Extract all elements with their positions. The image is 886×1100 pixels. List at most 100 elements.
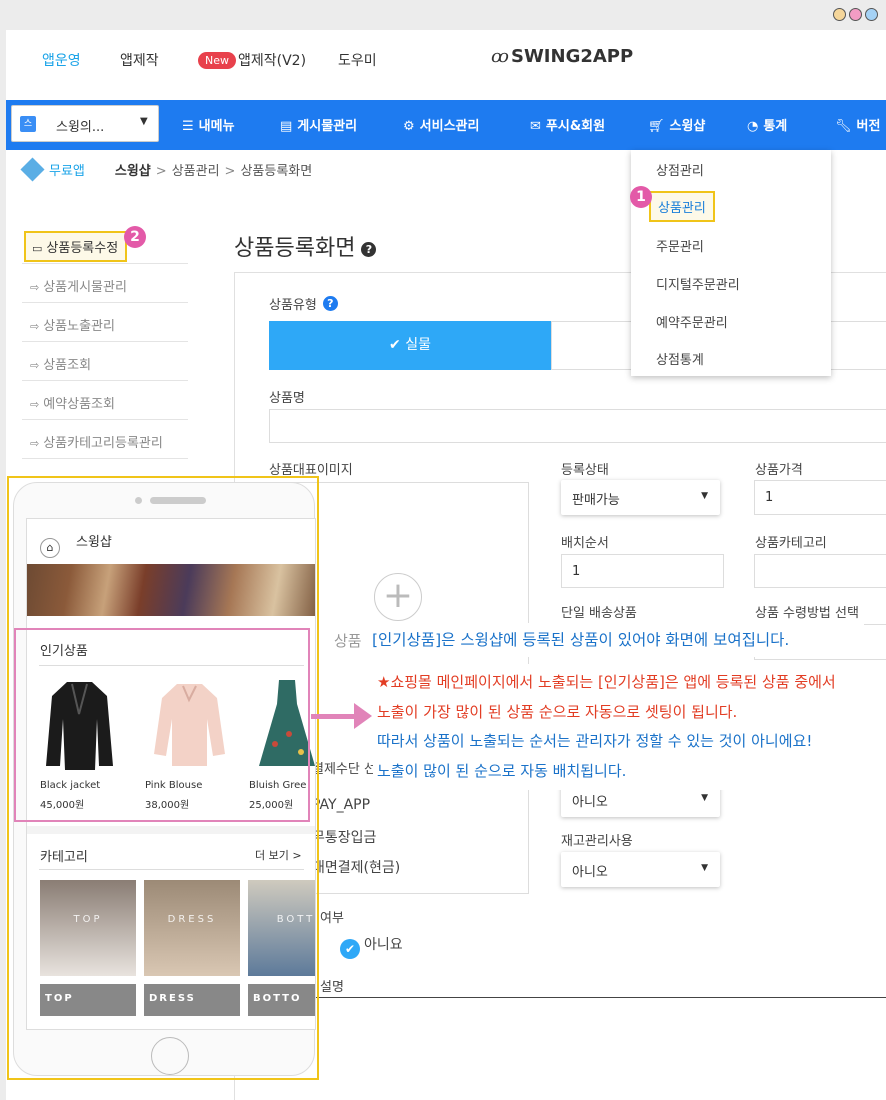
plan-label[interactable]: 무료앱 bbox=[49, 164, 85, 179]
check-circle-icon: ✔ bbox=[340, 939, 360, 959]
category-label: 상품카테고리 bbox=[755, 536, 827, 551]
wrench-icon: 🔧︎ bbox=[835, 119, 852, 134]
sidebar-item-label: 예약상품조회 bbox=[43, 397, 115, 412]
menu-my-menu[interactable]: ☰ 내메뉴 bbox=[182, 115, 235, 134]
menu-posts[interactable]: ▤ 게시물관리 bbox=[280, 115, 357, 134]
category-label[interactable]: BOTTO bbox=[248, 984, 315, 1016]
breadcrumb-item[interactable]: 상품관리 bbox=[172, 164, 220, 179]
home-icon[interactable]: ⌂ bbox=[40, 538, 60, 558]
menu-swing-shop[interactable]: 🛒︎ 스윙샵 bbox=[648, 115, 705, 134]
stock-select[interactable]: 아니오 ▼ bbox=[561, 852, 720, 887]
envelope-icon: ✉ bbox=[530, 119, 541, 134]
list-icon: ☰ bbox=[182, 119, 194, 134]
window-controls bbox=[833, 8, 878, 21]
shop-banner-image[interactable] bbox=[27, 564, 315, 616]
callout-note-2: ★쇼핑몰 메인페이지에서 노출되는 [인기상품]은 앱에 등록된 상품 중에서 … bbox=[373, 664, 878, 790]
breadcrumb-item: 상품등록화면 bbox=[240, 164, 313, 179]
category-section-title: 카테고리 bbox=[40, 850, 88, 865]
dropdown-item-digital-order[interactable]: 디지털주문관리 bbox=[656, 274, 740, 293]
product-type-real-button[interactable]: ✔ 실물 bbox=[269, 321, 551, 370]
menu-version[interactable]: 🔧︎ 버전 bbox=[835, 115, 880, 134]
category-top-image[interactable]: TOP bbox=[40, 880, 136, 976]
sidebar-item-reservation[interactable]: ⇨ 예약상품조회 bbox=[22, 381, 188, 420]
category-label[interactable]: TOP bbox=[40, 984, 136, 1016]
menu-swing-shop-label: 스윙샵 bbox=[669, 119, 706, 134]
status-select[interactable]: 판매가능 ▼ bbox=[561, 480, 720, 515]
sidebar-item-category[interactable]: ⇨ 상품카테고리등록관리 bbox=[22, 420, 188, 459]
nav-app-build-v2[interactable]: New 앱제작(V2) bbox=[198, 50, 306, 70]
phone-home-button[interactable] bbox=[151, 1037, 189, 1075]
category-bottom-image[interactable]: BOTT bbox=[248, 880, 316, 976]
category-dress-image[interactable]: DRESS bbox=[144, 880, 240, 976]
divider bbox=[39, 869, 304, 870]
window-dot-maximize[interactable] bbox=[849, 8, 862, 21]
help-icon[interactable]: ? bbox=[361, 242, 377, 257]
sidebar-item-product-edit[interactable]: ▭ 상품등록수정 bbox=[22, 225, 188, 264]
callout-note-1: [인기상품]은 스윙샵에 등록된 상품이 있어야 화면에 보여집니다. bbox=[364, 623, 864, 657]
dropdown-item-store-stats[interactable]: 상점통계 bbox=[656, 349, 704, 368]
flag-option-label: 아니요 bbox=[364, 937, 403, 953]
payment-option[interactable]: 대면결제(현금) bbox=[312, 857, 400, 877]
page-title-text: 상품등록화면 bbox=[234, 236, 356, 261]
order-label: 배치순서 bbox=[561, 536, 609, 551]
category-input[interactable] bbox=[754, 554, 886, 588]
sidebar-item-label: 상품등록수정 bbox=[46, 241, 119, 256]
pie-chart-icon: ◔ bbox=[747, 119, 759, 134]
app-icon: 스 bbox=[20, 116, 36, 132]
sidebar-item-product-posts[interactable]: ⇨ 상품게시물관리 bbox=[22, 264, 188, 303]
window-dot-close[interactable] bbox=[865, 8, 878, 21]
menu-stats[interactable]: ◔ 통계 bbox=[747, 115, 787, 134]
nav-help[interactable]: 도우미 bbox=[338, 50, 377, 70]
menu-push-members[interactable]: ✉ 푸시&회원 bbox=[530, 115, 605, 134]
window-dot-minimize[interactable] bbox=[833, 8, 846, 21]
stock-label: 재고관리사용 bbox=[561, 834, 633, 849]
callout-line: 따라서 상품이 노출되는 순서는 관리자가 정할 수 있는 것이 아니에요! bbox=[377, 732, 813, 750]
add-image-icon[interactable]: + bbox=[374, 573, 422, 621]
product-type-label: 상품유형? bbox=[269, 294, 338, 313]
menu-push-members-label: 푸시&회원 bbox=[545, 119, 606, 134]
more-link[interactable]: 더 보기 > bbox=[255, 847, 302, 863]
help-icon[interactable]: ? bbox=[322, 296, 338, 311]
receive-method-label: 상품 수령방법 선택 bbox=[755, 606, 859, 621]
nav-app-build[interactable]: 앱제작 bbox=[120, 50, 159, 70]
price-label: 상품가격 bbox=[755, 463, 803, 478]
breadcrumb-item[interactable]: 스윙샵 bbox=[115, 164, 151, 179]
sidebar-item-product-exposure[interactable]: ⇨ 상품노출관리 bbox=[22, 303, 188, 342]
link-icon: ⇨ bbox=[30, 359, 40, 372]
nav-app-operate[interactable]: 앱운영 bbox=[42, 50, 81, 70]
app-select-dropdown[interactable]: 스 스윙의... ▼ bbox=[11, 105, 159, 142]
sidebar-item-product-lookup[interactable]: ⇨ 상품조회 bbox=[22, 342, 188, 381]
main-menu-bar: 스 스윙의... ▼ ☰ 내메뉴 ▤ 게시물관리 ⚙ 서비스관리 ✉ 푸시&회원 🛒︎ 스… bbox=[6, 100, 886, 150]
flag-label: 여부 bbox=[320, 911, 344, 926]
gear-icon: ⚙ bbox=[403, 119, 415, 134]
dropdown-item-store[interactable]: 상점관리 bbox=[656, 160, 704, 179]
menu-service[interactable]: ⚙ 서비스관리 bbox=[403, 115, 479, 134]
dropdown-item-reservation-order[interactable]: 예약주문관리 bbox=[656, 312, 728, 331]
callout-arrow bbox=[311, 714, 357, 719]
dropdown-item-order[interactable]: 주문관리 bbox=[656, 236, 704, 255]
caret-down-icon: ▼ bbox=[701, 793, 708, 803]
document-icon: ▤ bbox=[280, 119, 293, 134]
payment-option[interactable]: 무통장입금 bbox=[312, 827, 376, 847]
link-icon: ⇨ bbox=[30, 281, 40, 294]
logo-text: SWING2APP bbox=[510, 46, 634, 67]
category-label[interactable]: DRESS bbox=[144, 984, 240, 1016]
callout-line: 노출이 가장 많이 된 상품 순으로 자동으로 셋팅이 됩니다. bbox=[377, 702, 738, 721]
order-input[interactable]: 1 bbox=[561, 554, 724, 588]
section-gap bbox=[27, 826, 315, 834]
dropdown-item-product[interactable]: 상품관리 bbox=[649, 191, 715, 222]
app-select-value: 스윙의... bbox=[56, 120, 105, 135]
payment-option[interactable]: PAY_APP bbox=[312, 797, 370, 813]
link-icon: ⇨ bbox=[30, 398, 40, 411]
price-input[interactable]: 1 bbox=[754, 480, 886, 515]
swing2app-logo[interactable]: ꝏ SWING2APP bbox=[491, 46, 633, 67]
link-icon: ⇨ bbox=[30, 437, 40, 450]
nav-app-build-v2-label: 앱제작(V2) bbox=[238, 53, 307, 69]
inbox-icon: ▭ bbox=[32, 242, 43, 255]
category-overlay-text: BOTT bbox=[276, 914, 316, 925]
logo-mark-icon: ꝏ bbox=[491, 46, 509, 67]
step-badge-1: 1 bbox=[630, 186, 652, 208]
product-name-input[interactable] bbox=[269, 409, 886, 443]
phone-camera bbox=[135, 497, 142, 504]
flag-option-no[interactable]: ✔ 아니요 bbox=[340, 934, 403, 959]
